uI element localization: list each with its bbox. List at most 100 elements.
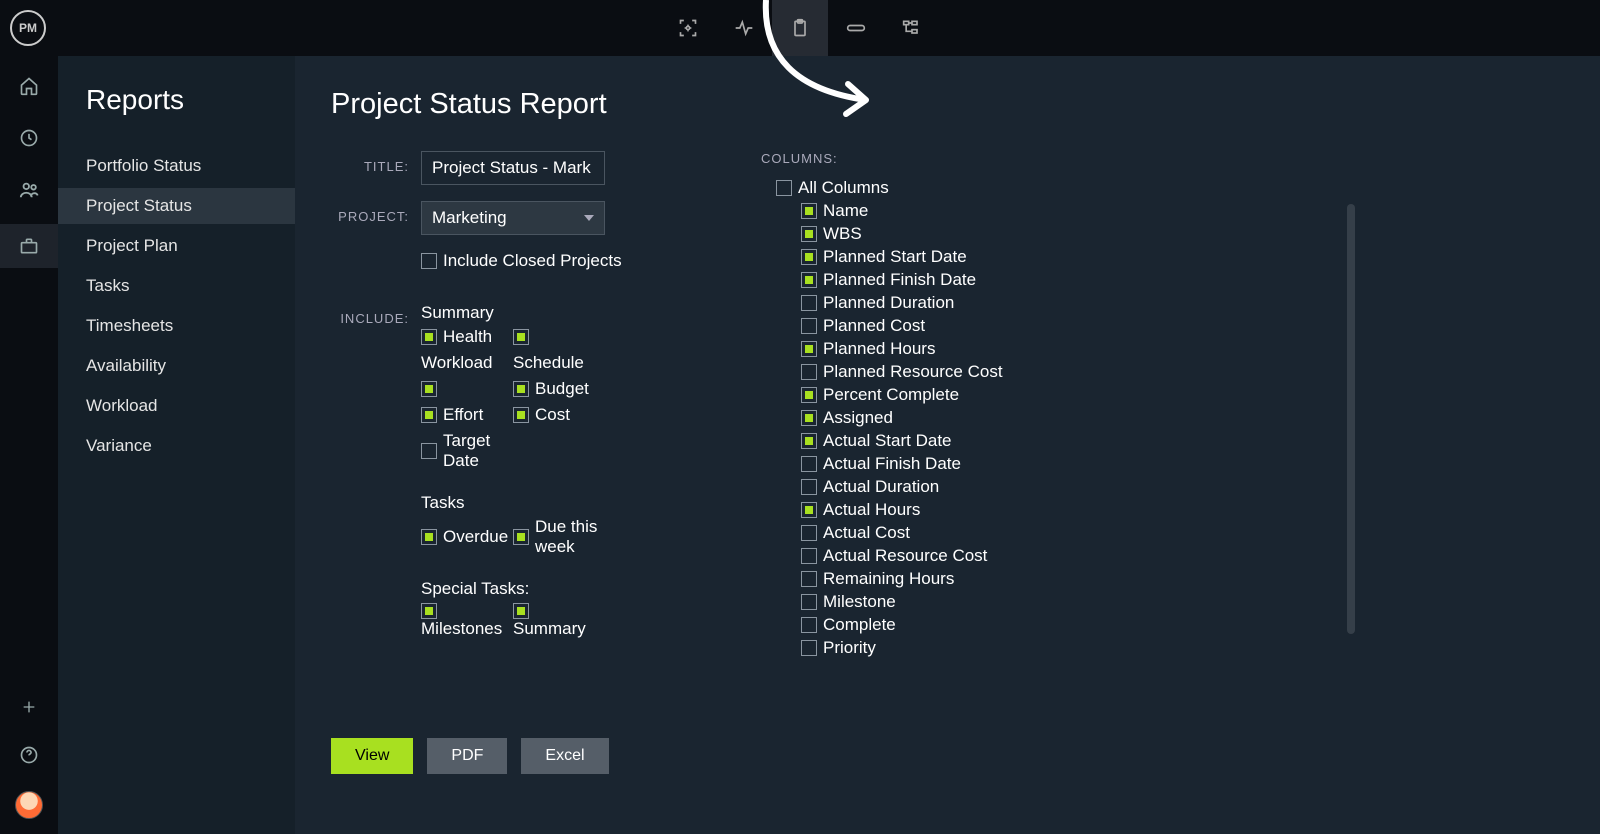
column-check-label: Actual Finish Date — [823, 454, 961, 474]
sidebar-item[interactable]: Timesheets — [58, 308, 295, 344]
column-check-label: Milestone — [823, 592, 896, 612]
briefcase-icon[interactable] — [0, 224, 58, 268]
title-input[interactable] — [421, 151, 605, 185]
column-check[interactable]: Actual Duration — [761, 477, 1091, 497]
all-columns-check[interactable]: All Columns — [761, 178, 1091, 198]
column-check[interactable]: Actual Start Date — [761, 431, 1091, 451]
checkbox-icon — [801, 433, 817, 449]
column-check[interactable]: Planned Start Date — [761, 247, 1091, 267]
include-check[interactable]: Schedule — [513, 353, 605, 373]
checkbox-icon — [421, 443, 437, 459]
clock-icon[interactable] — [17, 126, 41, 150]
project-select-value: Marketing — [432, 208, 507, 228]
column-check[interactable]: Planned Finish Date — [761, 270, 1091, 290]
sidebar-item[interactable]: Project Plan — [58, 228, 295, 264]
include-closed-check[interactable]: Include Closed Projects — [421, 251, 622, 271]
checkbox-icon — [513, 603, 529, 619]
column-check[interactable]: Assigned — [761, 408, 1091, 428]
column-check[interactable]: Remaining Hours — [761, 569, 1091, 589]
plus-icon[interactable] — [17, 695, 41, 719]
column-check[interactable]: Milestone — [761, 592, 1091, 612]
columns-scrollbar[interactable] — [1347, 204, 1355, 634]
include-check[interactable]: Summary — [513, 603, 605, 639]
checkbox-icon — [801, 203, 817, 219]
main-panel: Project Status Report TITLE: PROJECT: Ma… — [295, 56, 1600, 834]
checkbox-icon — [421, 603, 437, 619]
page-title: Project Status Report — [331, 88, 1564, 121]
sidebar-item[interactable]: Tasks — [58, 268, 295, 304]
project-select[interactable]: Marketing — [421, 201, 605, 235]
include-check[interactable]: Workload — [421, 353, 513, 373]
checkbox-icon — [513, 529, 529, 545]
column-check[interactable]: Actual Hours — [761, 500, 1091, 520]
arrow-annotation — [756, 0, 926, 140]
column-check[interactable]: WBS — [761, 224, 1091, 244]
include-check[interactable]: Health — [421, 327, 513, 347]
column-check[interactable]: Complete — [761, 615, 1091, 635]
column-check-label: Percent Complete — [823, 385, 959, 405]
checkbox-icon — [801, 272, 817, 288]
checkbox-icon — [801, 479, 817, 495]
include-check[interactable]: Effort — [421, 405, 513, 425]
sidebar-item[interactable]: Workload — [58, 388, 295, 424]
checkbox-icon — [801, 318, 817, 334]
checkbox-icon — [421, 381, 437, 397]
all-columns-label: All Columns — [798, 178, 889, 198]
include-check[interactable]: Budget — [513, 379, 605, 399]
checkbox-icon — [421, 407, 437, 423]
sidebar-title: Reports — [58, 84, 295, 148]
include-check[interactable] — [513, 327, 605, 347]
sidebar: Reports Portfolio Status Project Status Pr… — [58, 56, 295, 834]
checkbox-icon — [801, 640, 817, 656]
column-check[interactable]: Actual Finish Date — [761, 454, 1091, 474]
column-check-label: Planned Finish Date — [823, 270, 976, 290]
checkbox-icon — [513, 381, 529, 397]
include-closed-label: Include Closed Projects — [443, 251, 622, 271]
column-check[interactable]: Planned Cost — [761, 316, 1091, 336]
include-check[interactable]: Cost — [513, 405, 605, 425]
home-icon[interactable] — [17, 74, 41, 98]
column-check-label: Actual Cost — [823, 523, 910, 543]
view-button[interactable]: View — [331, 738, 413, 774]
scan-icon[interactable] — [660, 0, 716, 56]
column-check-label: Planned Resource Cost — [823, 362, 1003, 382]
checkbox-icon — [513, 329, 529, 345]
checkbox-icon — [801, 410, 817, 426]
include-check-label: Target Date — [443, 431, 513, 471]
column-check[interactable]: Percent Complete — [761, 385, 1091, 405]
column-check-label: Actual Start Date — [823, 431, 952, 451]
include-check[interactable]: Target Date — [421, 431, 513, 471]
checkbox-icon — [421, 253, 437, 269]
checkbox-icon — [801, 571, 817, 587]
avatar[interactable] — [15, 791, 43, 819]
include-check-label: Cost — [535, 405, 570, 425]
include-check[interactable]: Milestones — [421, 603, 513, 639]
sidebar-item[interactable]: Availability — [58, 348, 295, 384]
checkbox-icon — [801, 502, 817, 518]
include-check[interactable]: Overdue — [421, 517, 513, 557]
checkbox-icon — [801, 249, 817, 265]
column-check[interactable]: Actual Cost — [761, 523, 1091, 543]
column-check[interactable]: Actual Resource Cost — [761, 546, 1091, 566]
help-icon[interactable] — [17, 743, 41, 767]
checkbox-icon — [801, 594, 817, 610]
sidebar-item[interactable]: Portfolio Status — [58, 148, 295, 184]
column-check-label: Actual Hours — [823, 500, 920, 520]
column-check-label: Name — [823, 201, 868, 221]
sidebar-item[interactable]: Project Status — [58, 188, 295, 224]
excel-button[interactable]: Excel — [521, 738, 608, 774]
checkbox-icon — [421, 529, 437, 545]
column-check[interactable]: Name — [761, 201, 1091, 221]
users-icon[interactable] — [17, 178, 41, 202]
pdf-button[interactable]: PDF — [427, 738, 507, 774]
column-check[interactable]: Priority — [761, 638, 1091, 658]
include-check[interactable]: Due this week — [513, 517, 605, 557]
column-check[interactable]: Planned Resource Cost — [761, 362, 1091, 382]
include-check[interactable] — [421, 379, 513, 399]
tasks-heading: Tasks — [421, 493, 621, 513]
column-check[interactable]: Planned Duration — [761, 293, 1091, 313]
include-check-label: Effort — [443, 405, 483, 425]
column-check[interactable]: Planned Hours — [761, 339, 1091, 359]
checkbox-icon — [801, 548, 817, 564]
sidebar-item[interactable]: Variance — [58, 428, 295, 464]
